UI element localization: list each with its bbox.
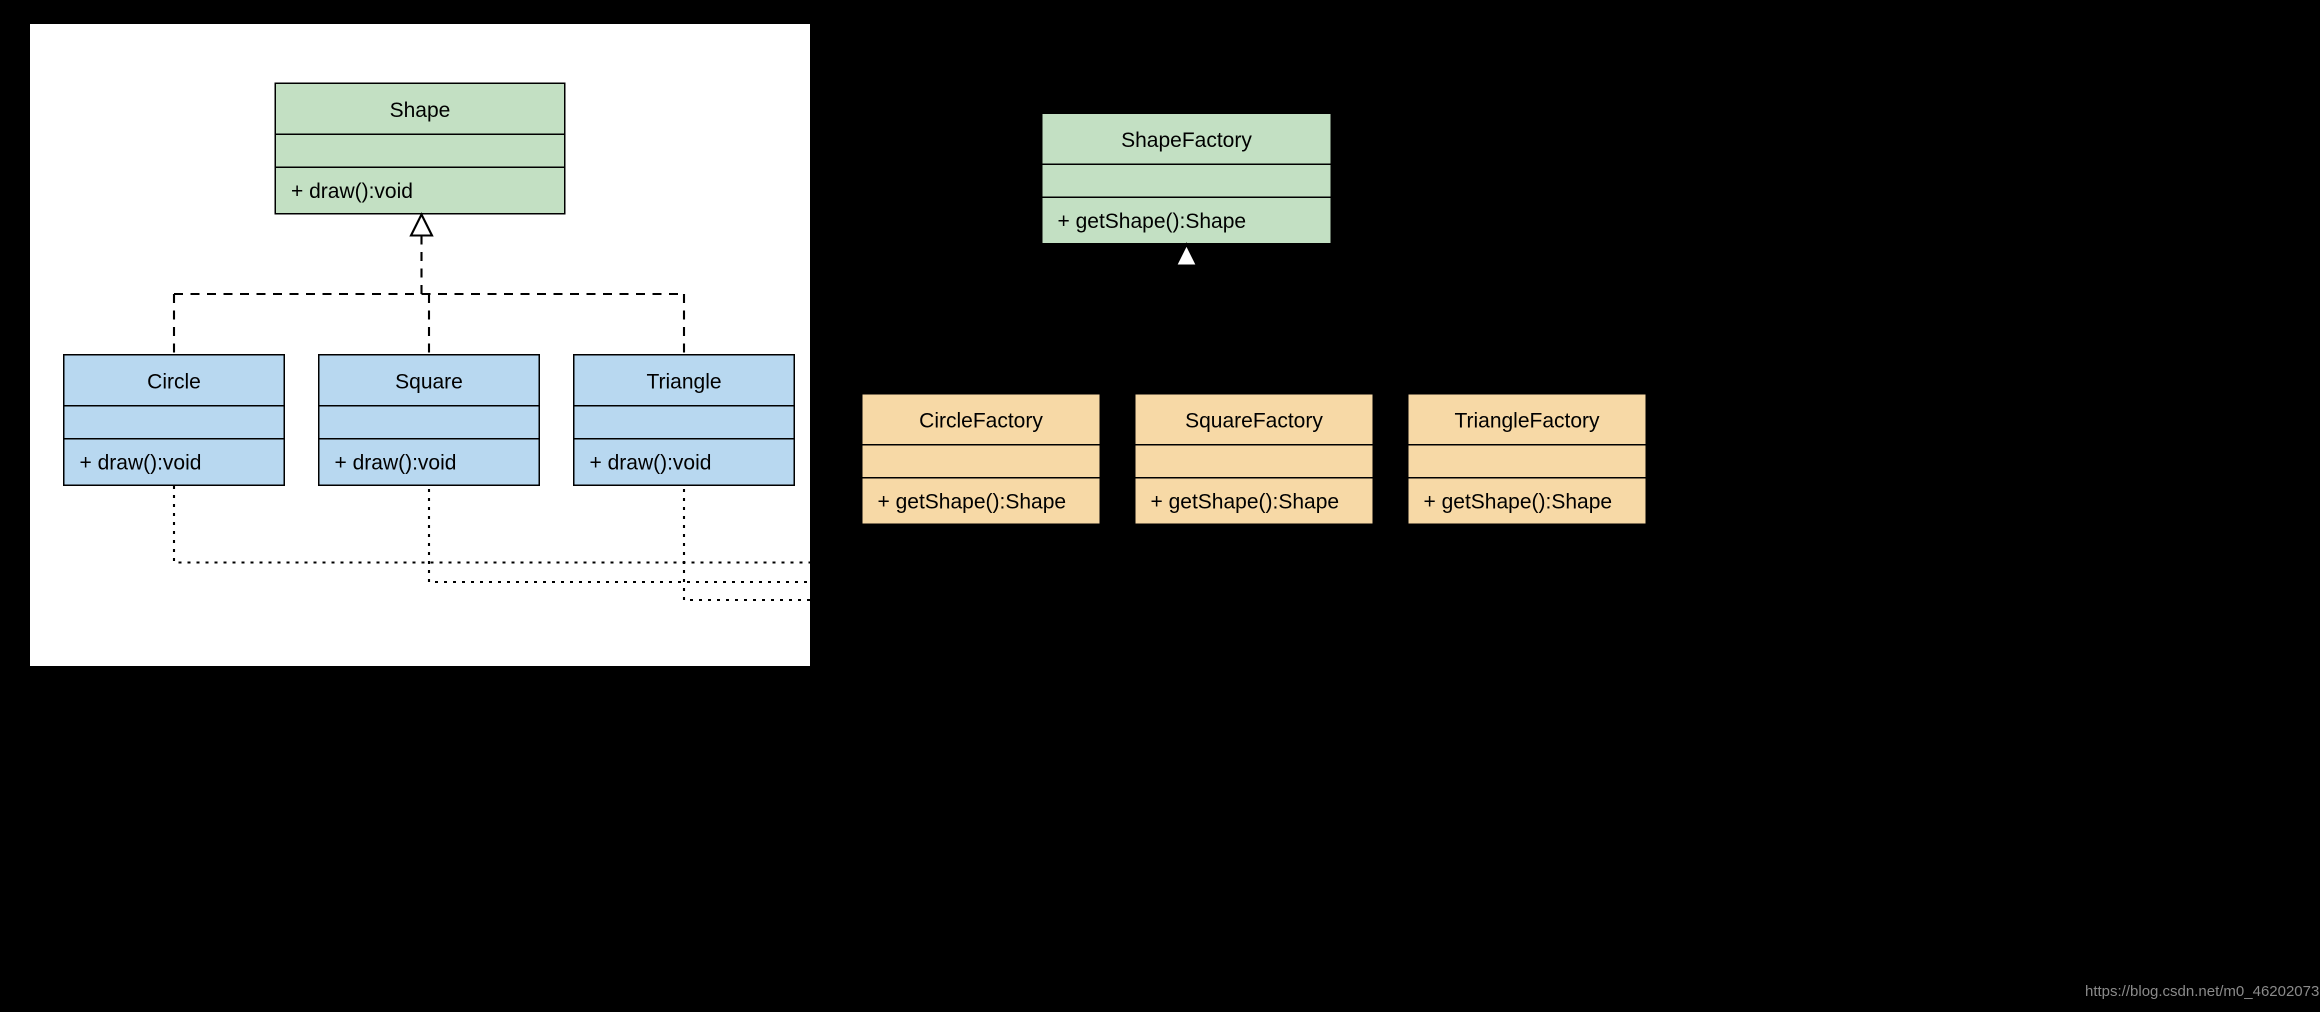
class-ops: + getShape():Shape — [863, 477, 1100, 524]
class-shape: Shape + draw():void — [275, 83, 566, 216]
class-ops: + draw():void — [575, 438, 794, 485]
class-ops: + getShape():Shape — [1409, 477, 1646, 524]
class-ops: + draw():void — [65, 438, 284, 485]
class-attrs — [65, 405, 284, 438]
class-name: Triangle — [575, 356, 794, 406]
class-trianglefactory: TriangleFactory + getShape():Shape — [1407, 393, 1647, 526]
class-attrs — [1409, 444, 1646, 477]
class-squarefactory: SquareFactory + getShape():Shape — [1134, 393, 1374, 526]
class-attrs — [276, 134, 564, 167]
class-ops: + getShape():Shape — [1043, 197, 1331, 244]
class-name: SquareFactory — [1136, 395, 1373, 445]
class-shapefactory: ShapeFactory + getShape():Shape — [1041, 113, 1332, 246]
class-name: CircleFactory — [863, 395, 1100, 445]
class-circlefactory: CircleFactory + getShape():Shape — [861, 393, 1101, 526]
class-ops: + draw():void — [276, 167, 564, 214]
class-attrs — [575, 405, 794, 438]
class-name: Square — [320, 356, 539, 406]
watermark: https://blog.csdn.net/m0_46202073 — [2085, 984, 2319, 1001]
class-attrs — [1043, 164, 1331, 197]
class-ops: + getShape():Shape — [1136, 477, 1373, 524]
class-circle: Circle + draw():void — [63, 354, 285, 487]
class-square: Square + draw():void — [318, 354, 540, 487]
class-name: ShapeFactory — [1043, 114, 1331, 164]
class-attrs — [863, 444, 1100, 477]
class-attrs — [1136, 444, 1373, 477]
diagram-stage: Shape + draw():void Circle + draw():void… — [0, 0, 2320, 1012]
class-name: Circle — [65, 356, 284, 406]
class-attrs — [320, 405, 539, 438]
class-name: TriangleFactory — [1409, 395, 1646, 445]
class-triangle: Triangle + draw():void — [573, 354, 795, 487]
class-name: Shape — [276, 84, 564, 134]
class-ops: + draw():void — [320, 438, 539, 485]
